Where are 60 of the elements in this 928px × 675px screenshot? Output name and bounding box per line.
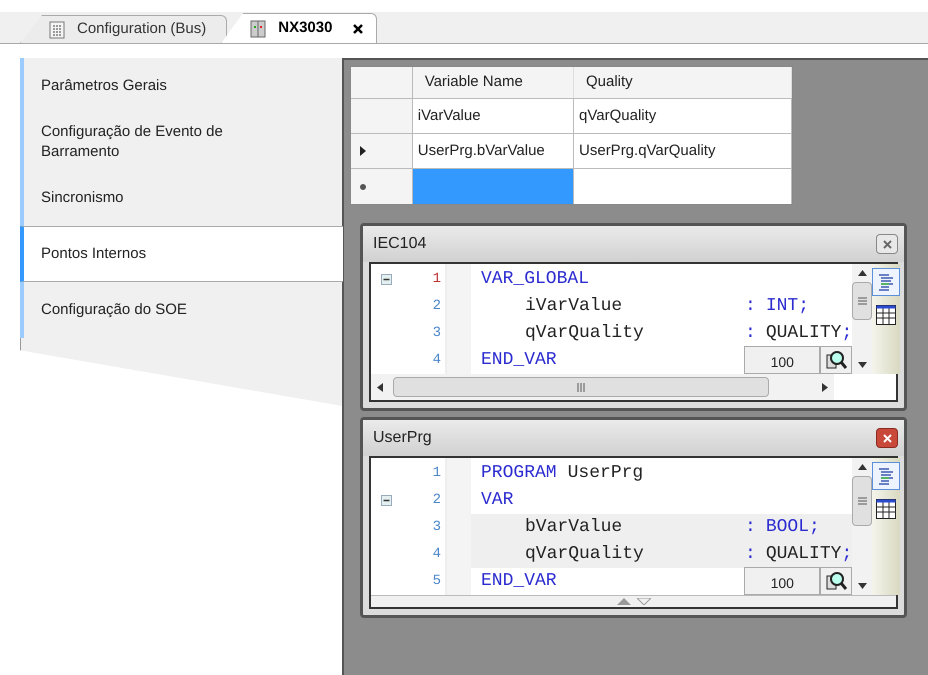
grip-icon [576, 382, 586, 392]
magnifier-icon [825, 570, 848, 592]
line-number: 1 [432, 464, 441, 483]
magnifier-icon [825, 349, 848, 371]
sidebar-item[interactable]: Pontos Internos [20, 226, 343, 282]
close-button[interactable] [876, 234, 898, 254]
text-lines-icon [877, 467, 896, 485]
text-view-button[interactable] [872, 462, 900, 490]
table-cell: iVarValue [412, 99, 574, 133]
vertical-scrollbar[interactable] [852, 264, 872, 374]
scroll-down-icon[interactable] [858, 362, 867, 368]
column-header[interactable]: Quality [574, 67, 792, 98]
collapse-icon[interactable] [381, 274, 392, 285]
line-number: 5 [432, 572, 441, 591]
code-line: VAR [480, 489, 514, 512]
tab[interactable]: NX3030 [221, 13, 378, 43]
scroll-left-icon[interactable] [377, 382, 383, 392]
scroll-up-icon[interactable] [858, 464, 867, 470]
code-line: END_VAR [480, 349, 557, 372]
zoom-button[interactable] [820, 567, 852, 595]
code-line: PROGRAM UserPrg [480, 462, 644, 485]
device-icon [250, 20, 266, 38]
scroll-right-icon[interactable] [822, 382, 828, 392]
zoom-button[interactable] [820, 346, 852, 374]
table-view-icon[interactable] [875, 304, 898, 326]
horizontal-scrollbar[interactable] [371, 374, 834, 400]
code-line: VAR_GLOBAL [480, 268, 590, 291]
new-row-icon [359, 182, 367, 190]
vertical-scrollbar[interactable] [852, 458, 872, 595]
text-view-button[interactable] [872, 268, 900, 296]
grip-icon [858, 497, 867, 505]
zoom-field[interactable]: 100 [744, 567, 820, 595]
line-number: 2 [432, 297, 441, 316]
table-cell[interactable] [412, 169, 574, 204]
line-number: 3 [432, 518, 441, 537]
window-title: IEC104 [373, 234, 426, 254]
close-icon[interactable] [352, 22, 364, 34]
column-header[interactable]: Variable Name [412, 67, 574, 98]
close-button[interactable] [876, 428, 898, 448]
grip-icon [858, 297, 867, 305]
table-cell: qVarQuality [574, 99, 792, 133]
scroll-down-icon[interactable] [858, 583, 867, 589]
collapse-icon[interactable] [381, 495, 392, 506]
line-number: 4 [432, 545, 441, 564]
text-lines-icon [877, 273, 896, 291]
grid-document-icon [49, 20, 65, 38]
code-line: iVarValue : INT; [524, 295, 810, 318]
line-number: 1 [432, 270, 441, 289]
table-cell: UserPrg.qVarQuality [574, 134, 792, 168]
line-number: 3 [432, 324, 441, 343]
line-number: 2 [432, 491, 441, 510]
zoom-field[interactable]: 100 [744, 346, 820, 374]
table-view-icon[interactable] [875, 498, 898, 520]
tab[interactable]: Configuration (Bus) [20, 15, 228, 43]
table-cell: UserPrg.bVarValue [412, 134, 574, 168]
scroll-up-icon[interactable] [858, 270, 867, 276]
code-line: END_VAR [480, 570, 557, 593]
line-number: 4 [432, 351, 441, 370]
window-title: UserPrg [373, 428, 432, 448]
code-line: qVarQuality : QUALITY; [524, 322, 852, 345]
